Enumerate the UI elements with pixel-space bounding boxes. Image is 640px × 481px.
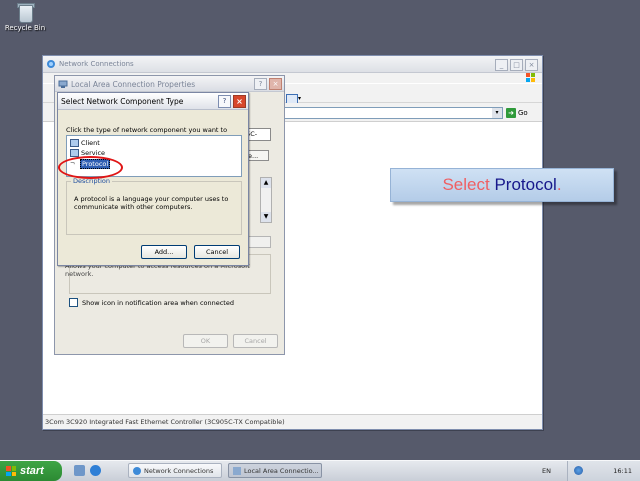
go-button[interactable]: ➜ Go [506, 107, 528, 118]
address-input[interactable]: ▾ [281, 107, 503, 119]
system-tray: EN 16:11 [542, 461, 640, 481]
help-button[interactable]: ? [254, 78, 267, 90]
show-desktop-icon[interactable] [74, 465, 85, 476]
select-title: Select Network Component Type [61, 97, 184, 106]
show-icon-checkbox[interactable] [69, 298, 78, 307]
network-adapter-icon [233, 466, 241, 475]
language-indicator[interactable]: EN [542, 467, 551, 475]
show-icon-label: Show icon in notification area when conn… [82, 298, 234, 307]
components-scrollbar[interactable]: ▲ ▼ [260, 177, 272, 223]
ok-button[interactable]: OK [183, 334, 228, 348]
cancel-button[interactable]: Cancel [194, 245, 240, 259]
task-label: Network Connections [144, 466, 214, 475]
select-titlebar[interactable]: Select Network Component Type ? × [58, 93, 248, 110]
recycle-bin-label: Recycle Bin [4, 24, 46, 32]
taskbar: start Network Connections Local Area Con… [0, 460, 640, 481]
add-button[interactable]: Add... [141, 245, 187, 259]
tutorial-callout: Select Protocol. [390, 168, 614, 202]
list-item-client[interactable]: Client [70, 139, 100, 147]
task-network-connections[interactable]: Network Connections [128, 463, 222, 478]
list-item-label: Client [81, 139, 100, 147]
go-arrow-icon: ➜ [506, 107, 516, 118]
callout-word-select: Select [442, 175, 490, 194]
windows-flag-icon [6, 466, 16, 476]
recycle-bin-icon [16, 2, 35, 23]
properties-title: Local Area Connection Properties [71, 80, 196, 89]
start-button[interactable]: start [0, 461, 62, 481]
status-bar: 3Com 3C920 Integrated Fast Ethernet Cont… [43, 414, 542, 429]
network-adapter-icon [58, 80, 68, 88]
scroll-down-icon[interactable]: ▼ [261, 212, 271, 222]
close-button[interactable]: × [233, 95, 246, 108]
scroll-up-icon[interactable]: ▲ [261, 178, 271, 188]
description-text: A protocol is a language your computer u… [74, 195, 229, 211]
internet-explorer-icon[interactable] [90, 465, 101, 476]
window-title: Network Connections [59, 60, 134, 68]
close-button[interactable]: × [525, 59, 538, 71]
recycle-bin-shortcut[interactable]: Recycle Bin [4, 2, 46, 32]
status-text: 3Com 3C920 Integrated Fast Ethernet Cont… [45, 418, 285, 426]
properties-titlebar[interactable]: Local Area Connection Properties ? × [55, 76, 284, 92]
network-connections-icon [133, 466, 141, 475]
chevron-down-icon[interactable]: ▾ [492, 108, 502, 118]
minimize-button[interactable]: _ [495, 59, 508, 71]
windows-logo-icon [526, 73, 535, 82]
show-icon-checkbox-row[interactable]: Show icon in notification area when conn… [69, 298, 234, 307]
close-button[interactable]: × [269, 78, 282, 90]
client-icon [70, 139, 79, 147]
callout-word-protocol: Protocol [494, 175, 557, 194]
task-label: Local Area Connectio... [244, 466, 319, 475]
network-tray-icon[interactable] [574, 466, 583, 475]
clock: 16:11 [613, 467, 632, 475]
views-dropdown-icon[interactable]: ▾ [298, 95, 301, 102]
window-titlebar[interactable]: Network Connections _ □ × [43, 56, 542, 73]
help-button[interactable]: ? [218, 95, 231, 108]
task-local-area-connection[interactable]: Local Area Connectio... [228, 463, 322, 478]
cancel-button[interactable]: Cancel [233, 334, 278, 348]
highlight-circle [58, 156, 123, 179]
maximize-button[interactable]: □ [510, 59, 523, 71]
network-connections-icon [47, 60, 55, 68]
go-label: Go [518, 108, 528, 117]
callout-punct: . [556, 175, 562, 194]
start-label: start [20, 465, 44, 477]
select-component-dialog: Select Network Component Type ? × Click … [57, 92, 249, 266]
